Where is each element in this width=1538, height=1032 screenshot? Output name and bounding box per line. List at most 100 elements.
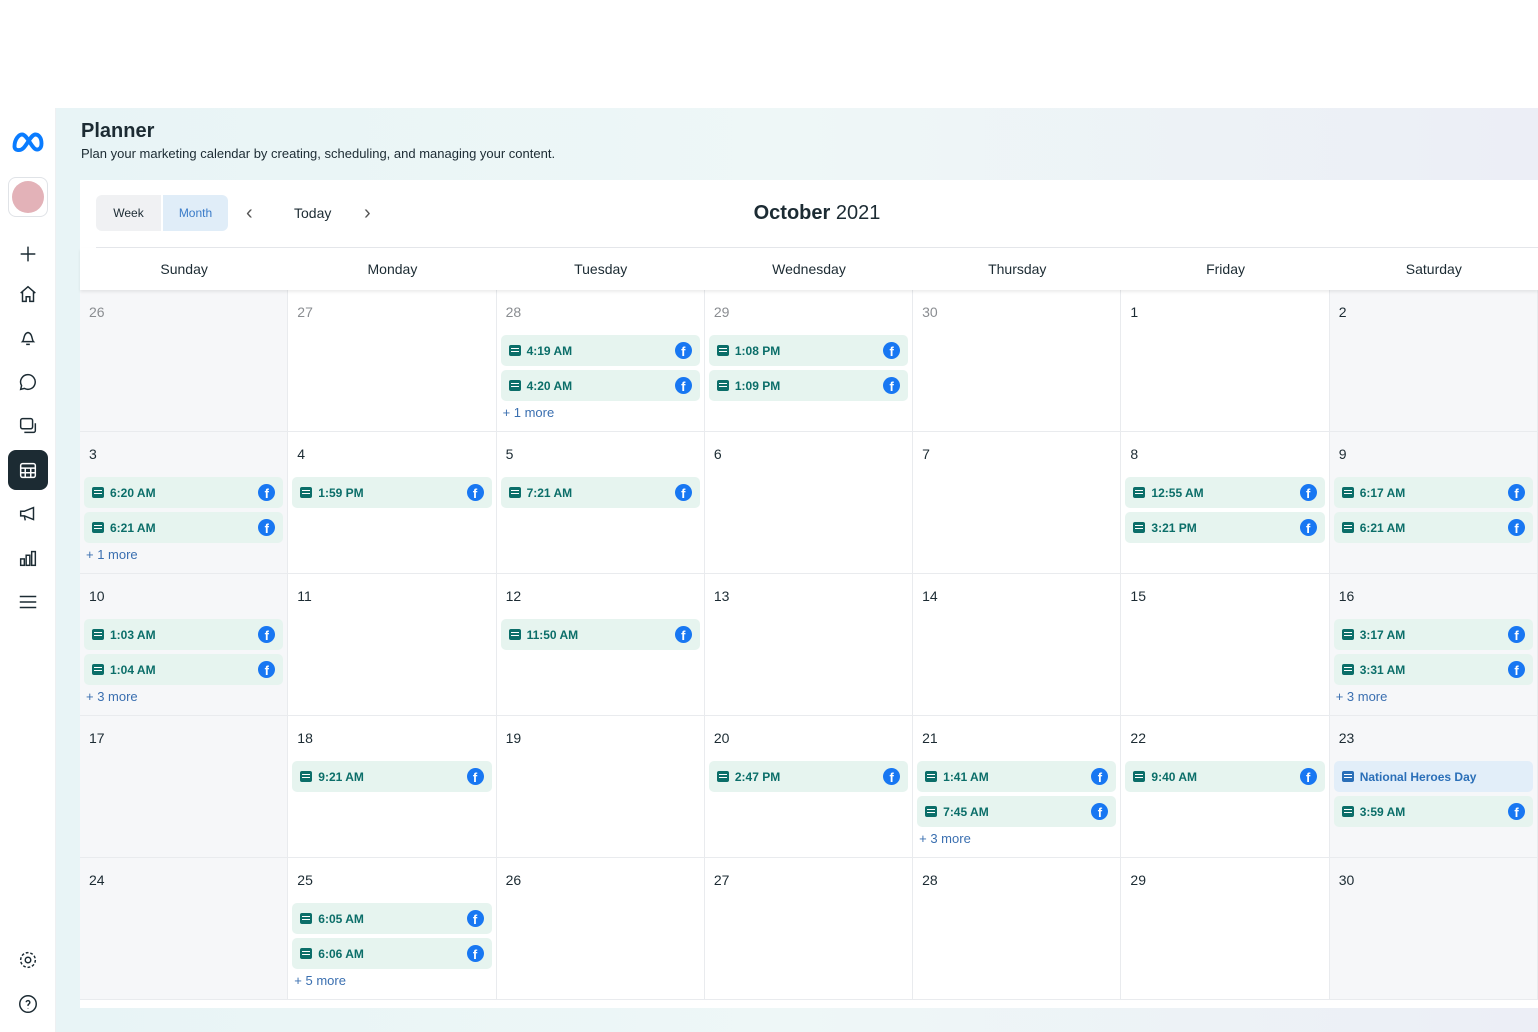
day-cell[interactable]: 20 2:47 PM f xyxy=(704,716,914,858)
post-icon xyxy=(508,380,521,391)
post-icon xyxy=(1133,771,1146,782)
day-cell[interactable]: 4 1:59 PM f xyxy=(288,432,497,574)
post-time: 1:04 AM xyxy=(110,662,156,677)
day-cell[interactable]: 29 xyxy=(1121,858,1330,1000)
day-cell[interactable]: 28 4:19 AM f 4:20 AM f + 1 more xyxy=(496,290,705,432)
day-cell[interactable]: 24 xyxy=(80,858,289,1000)
day-cell[interactable]: 30 xyxy=(913,290,1122,432)
facebook-icon: f xyxy=(674,342,692,359)
more-link[interactable]: + 1 more xyxy=(84,547,283,562)
create-icon[interactable] xyxy=(8,234,48,274)
scheduled-post[interactable]: 1:59 PM f xyxy=(292,477,492,508)
day-cell[interactable]: 29 1:08 PM f 1:09 PM f xyxy=(704,290,914,432)
post-icon xyxy=(92,664,104,675)
scheduled-post[interactable]: 9:40 AM f xyxy=(1125,761,1325,792)
scheduled-post[interactable]: 6:06 AM f xyxy=(292,938,492,969)
post-time: 6:06 AM xyxy=(318,946,364,961)
post-time: 11:50 AM xyxy=(526,627,579,642)
menu-icon[interactable] xyxy=(8,582,48,622)
scheduled-post[interactable]: 1:41 AM f xyxy=(917,761,1117,792)
day-cell[interactable]: 6 xyxy=(704,432,914,574)
scheduled-post[interactable]: 6:21 AM f xyxy=(1333,512,1533,543)
scheduled-post[interactable]: 3:17 AM f xyxy=(1333,619,1533,650)
post-icon xyxy=(1341,487,1354,498)
scheduled-post[interactable]: 6:21 AM f xyxy=(84,512,284,543)
day-cell[interactable]: 28 xyxy=(913,858,1122,1000)
post-icon xyxy=(508,345,521,356)
day-number: 22 xyxy=(1130,730,1146,746)
scheduled-post[interactable]: 2:47 PM f xyxy=(708,761,909,792)
insights-icon[interactable] xyxy=(8,538,48,578)
day-cell[interactable]: 15 xyxy=(1121,574,1330,716)
more-link[interactable]: + 5 more xyxy=(292,973,491,988)
home-icon[interactable] xyxy=(8,274,48,314)
day-cell[interactable]: 26 xyxy=(80,290,289,432)
more-link[interactable]: + 1 more xyxy=(501,405,700,420)
day-number: 1 xyxy=(1130,304,1139,320)
day-cell[interactable]: 16 3:17 AM f 3:31 AM f + 3 more xyxy=(1329,574,1538,716)
day-cell[interactable]: 8 12:55 AM f 3:21 PM f xyxy=(1121,432,1330,574)
scheduled-post[interactable]: 3:21 PM f xyxy=(1125,512,1325,543)
day-cell[interactable]: 26 xyxy=(496,858,705,1000)
help-icon[interactable] xyxy=(8,984,48,1024)
holiday-label: National Heroes Day xyxy=(1359,769,1477,784)
holiday-event[interactable]: National Heroes Day xyxy=(1333,761,1533,792)
bell-icon[interactable] xyxy=(8,318,48,358)
day-cell[interactable]: 3 6:20 AM f 6:21 AM f + 1 more xyxy=(80,432,289,574)
day-cell[interactable]: 10 1:03 AM f 1:04 AM f + 3 more xyxy=(80,574,289,716)
sidebar xyxy=(0,108,56,1032)
scheduled-post[interactable]: 1:04 AM f xyxy=(84,654,284,685)
day-cell[interactable]: 17 xyxy=(80,716,289,858)
more-link[interactable]: + 3 more xyxy=(84,689,283,704)
day-cell[interactable]: 25 6:05 AM f 6:06 AM f + 5 more xyxy=(288,858,497,1000)
scheduled-post[interactable]: 6:05 AM f xyxy=(292,903,492,934)
scheduled-post[interactable]: 1:08 PM f xyxy=(708,335,909,366)
day-cell[interactable]: 12 11:50 AM f xyxy=(496,574,705,716)
day-cell[interactable]: 1 xyxy=(1121,290,1330,432)
day-cell[interactable]: 19 xyxy=(496,716,705,858)
scheduled-post[interactable]: 7:21 AM f xyxy=(500,477,700,508)
facebook-icon: f xyxy=(466,484,484,501)
scheduled-post[interactable]: 3:59 AM f xyxy=(1333,796,1533,827)
scheduled-post[interactable]: 11:50 AM f xyxy=(500,619,700,650)
planner-icon[interactable] xyxy=(8,450,48,490)
scheduled-post[interactable]: 7:45 AM f xyxy=(917,796,1117,827)
scheduled-post[interactable]: 3:31 AM f xyxy=(1333,654,1533,685)
scheduled-post[interactable]: 12:55 AM f xyxy=(1125,477,1325,508)
scheduled-post[interactable]: 1:09 PM f xyxy=(708,370,909,401)
post-icon xyxy=(1341,522,1354,533)
chat-icon[interactable] xyxy=(8,362,48,402)
account-avatar[interactable] xyxy=(8,177,48,217)
day-cell[interactable]: 11 xyxy=(288,574,497,716)
day-cell[interactable]: 21 1:41 AM f 7:45 AM f + 3 more xyxy=(913,716,1122,858)
scheduled-post[interactable]: 4:20 AM f xyxy=(500,370,700,401)
day-cell[interactable]: 23 National Heroes Day 3:59 AM f xyxy=(1329,716,1538,858)
post-icon xyxy=(92,487,104,498)
day-cell[interactable]: 14 xyxy=(913,574,1122,716)
content-icon[interactable] xyxy=(8,406,48,446)
scheduled-post[interactable]: 6:17 AM f xyxy=(1333,477,1533,508)
day-cell[interactable]: 5 7:21 AM f xyxy=(496,432,705,574)
day-cell[interactable]: 18 9:21 AM f xyxy=(288,716,497,858)
meta-logo-icon[interactable] xyxy=(8,122,48,162)
page-subtitle: Plan your marketing calendar by creating… xyxy=(81,146,556,161)
facebook-icon: f xyxy=(674,626,692,643)
scheduled-post[interactable]: 9:21 AM f xyxy=(292,761,492,792)
scheduled-post[interactable]: 4:19 AM f xyxy=(500,335,700,366)
day-cell[interactable]: 27 xyxy=(288,290,497,432)
day-cell[interactable]: 7 xyxy=(913,432,1122,574)
scheduled-post[interactable]: 6:20 AM f xyxy=(84,477,284,508)
megaphone-icon[interactable] xyxy=(8,494,48,534)
day-cell[interactable]: 9 6:17 AM f 6:21 AM f xyxy=(1329,432,1538,574)
more-link[interactable]: + 3 more xyxy=(1334,689,1533,704)
day-cell[interactable]: 30 xyxy=(1329,858,1538,1000)
day-cell[interactable]: 2 xyxy=(1329,290,1538,432)
scheduled-post[interactable]: 1:03 AM f xyxy=(84,619,284,650)
day-cell[interactable]: 22 9:40 AM f xyxy=(1121,716,1330,858)
day-cell[interactable]: 13 xyxy=(704,574,914,716)
settings-icon[interactable] xyxy=(8,940,48,980)
facebook-icon: f xyxy=(466,768,484,785)
post-time: 9:40 AM xyxy=(1151,769,1197,784)
day-cell[interactable]: 27 xyxy=(704,858,914,1000)
more-link[interactable]: + 3 more xyxy=(917,831,1116,846)
